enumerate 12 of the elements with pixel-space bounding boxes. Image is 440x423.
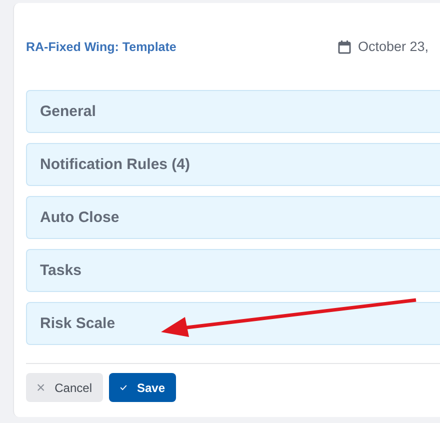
check-icon xyxy=(120,383,127,392)
accordion-section[interactable]: Risk Scale xyxy=(26,302,440,345)
accordion-section[interactable]: Notification Rules (4) xyxy=(26,143,440,186)
calendar-icon xyxy=(338,40,351,54)
save-button[interactable]: Save xyxy=(109,373,176,402)
close-icon xyxy=(37,383,45,392)
template-title: RA-Fixed Wing: Template xyxy=(26,40,178,54)
date-text: October 23, xyxy=(358,39,429,54)
accordion-section[interactable]: Tasks xyxy=(26,249,440,292)
accordion-section[interactable]: General xyxy=(26,90,440,133)
cancel-button[interactable]: Cancel xyxy=(26,373,103,402)
accordion-section[interactable]: Auto Close xyxy=(26,196,440,239)
